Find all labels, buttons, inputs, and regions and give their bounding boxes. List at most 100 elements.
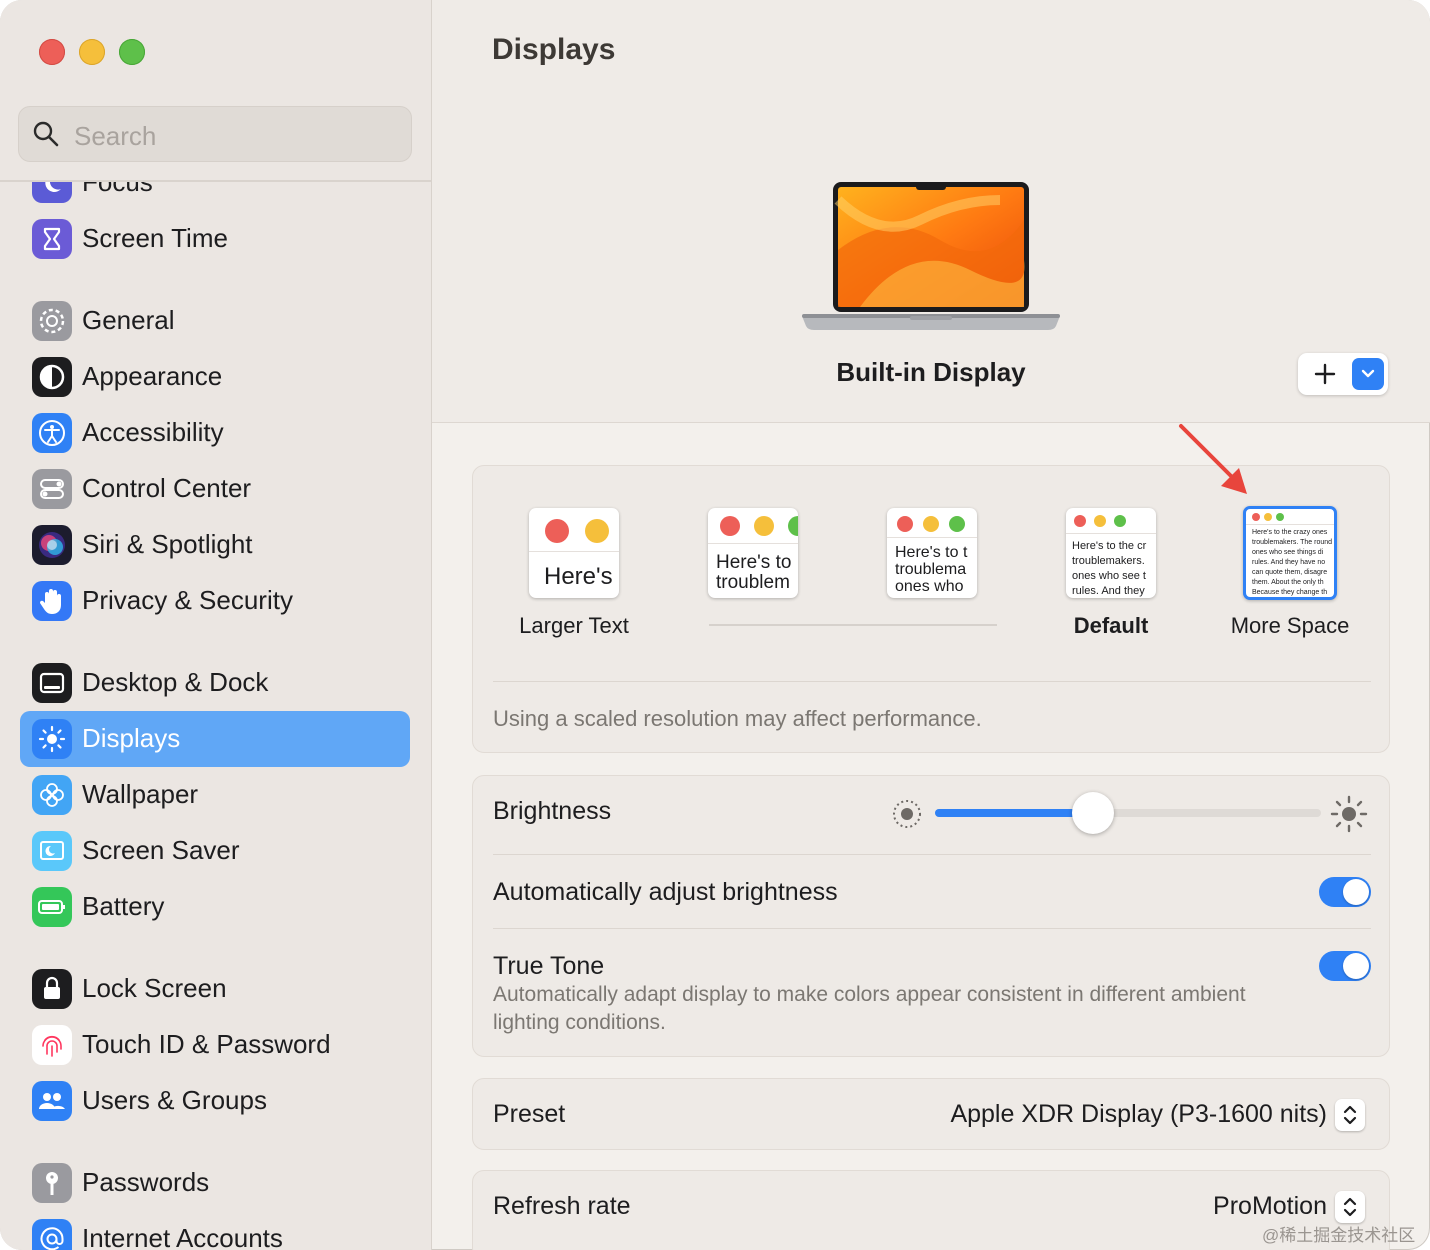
preview-text: Here's to troublem: [716, 552, 792, 593]
resolution-label: Default: [1073, 613, 1149, 638]
search-input[interactable]: Search: [18, 106, 412, 162]
siri-icon: [32, 525, 72, 565]
display-options-dropdown[interactable]: [1352, 358, 1384, 390]
sidebar-item-siri-spotlight[interactable]: Siri & Spotlight: [20, 517, 410, 573]
sidebar-item-wallpaper[interactable]: Wallpaper: [20, 767, 410, 823]
resolution-panel: Here's Larger Text Here's to troublem He…: [472, 465, 1390, 753]
sidebar-nav: Focus Screen Time General Appearance Acc…: [0, 0, 431, 1250]
search-icon: [33, 121, 59, 147]
page-title: Displays: [492, 33, 616, 66]
sidebar-item-appearance[interactable]: Appearance: [20, 349, 410, 405]
brightness-slider-knob[interactable]: [1072, 792, 1114, 834]
resolution-preview: Here's to the cr troublemakers. ones who…: [1066, 508, 1156, 598]
sidebar-item-label: Desktop & Dock: [82, 667, 269, 697]
watermark: @稀土掘金技术社区: [1262, 1226, 1416, 1245]
close-window-button[interactable]: [39, 39, 65, 65]
sidebar-item-desktop-dock[interactable]: Desktop & Dock: [20, 655, 410, 711]
preview-text: Here's: [544, 563, 613, 590]
add-display-control: [1298, 353, 1388, 395]
control-center-icon: [32, 469, 72, 509]
display-name[interactable]: Built-in Display: [432, 357, 1430, 388]
sidebar-item-label: General: [82, 305, 175, 335]
preview-text: Here's to t troublema ones who: [895, 544, 968, 595]
sidebar-item-internet-accounts[interactable]: Internet Accounts: [20, 1211, 410, 1250]
sidebar-item-lock-screen[interactable]: Lock Screen: [20, 961, 410, 1017]
true-tone-description: Automatically adapt display to make colo…: [493, 983, 1246, 1034]
sidebar-item-passwords[interactable]: Passwords: [20, 1155, 410, 1211]
sidebar-item-users-groups[interactable]: Users & Groups: [20, 1073, 410, 1129]
true-tone-toggle[interactable]: [1319, 951, 1371, 981]
search-placeholder: Search: [74, 121, 157, 151]
refresh-rate-value[interactable]: ProMotion: [1213, 1192, 1327, 1221]
sidebar-item-label: Passwords: [82, 1167, 210, 1197]
sidebar-item-label: Control Center: [82, 473, 252, 503]
sidebar-item-label: Privacy & Security: [82, 585, 293, 615]
toggle-knob: [1343, 879, 1369, 905]
sidebar-item-displays[interactable]: Displays: [20, 711, 410, 767]
sidebar-item-label: Displays: [82, 723, 181, 753]
resolution-label: Larger Text: [519, 613, 629, 638]
sidebar-item-screen-time[interactable]: Screen Time: [20, 211, 410, 267]
preset-label: Preset: [493, 1100, 566, 1128]
sun-icon: [32, 719, 72, 759]
brightness-label: Brightness: [493, 797, 612, 825]
brightness-panel: Brightness Automatically adjust brightne…: [472, 775, 1390, 1057]
sidebar-item-touch-id[interactable]: Touch ID & Password: [20, 1017, 410, 1073]
panel-divider: [493, 681, 1371, 682]
zoom-window-button[interactable]: [119, 39, 145, 65]
sidebar-item-label: Appearance: [82, 361, 223, 391]
preset-popup-button[interactable]: [1335, 1099, 1365, 1131]
refresh-rate-label: Refresh rate: [493, 1192, 631, 1220]
sidebar-item-label: Accessibility: [82, 417, 224, 447]
sidebar: Search Focus Screen Time General: [0, 0, 432, 1250]
preview-text: Here's to the cr troublemakers. ones who…: [1072, 540, 1147, 597]
dock-icon: [32, 663, 72, 703]
brightness-slider-fill: [935, 809, 1093, 817]
chevron-down-icon: [1361, 369, 1375, 378]
resolution-preview-selected: Here's to the crazy ones troublemakers. …: [1243, 506, 1337, 600]
auto-brightness-toggle[interactable]: [1319, 877, 1371, 907]
sidebar-item-label: Users & Groups: [82, 1085, 267, 1115]
resolution-option-larger-text[interactable]: Here's Larger Text: [489, 506, 659, 656]
toggle-knob: [1343, 953, 1369, 979]
sidebar-item-privacy-security[interactable]: Privacy & Security: [20, 573, 410, 629]
macbook-display-image[interactable]: [800, 180, 1062, 336]
annotation-arrow: [1179, 424, 1247, 494]
sidebar-item-accessibility[interactable]: Accessibility: [20, 405, 410, 461]
sidebar-item-label: Lock Screen: [82, 973, 227, 1003]
minimize-window-button[interactable]: [79, 39, 105, 65]
sidebar-item-screen-saver[interactable]: Screen Saver: [20, 823, 410, 879]
brightness-slider[interactable]: [935, 792, 1321, 834]
refresh-rate-panel: Refresh rate ProMotion: [472, 1170, 1390, 1250]
sidebar-item-general[interactable]: General: [20, 293, 410, 349]
sidebar-item-label: Battery: [82, 891, 165, 921]
at-icon: [32, 1219, 72, 1250]
sidebar-divider: [0, 180, 431, 182]
sidebar-item-control-center[interactable]: Control Center: [20, 461, 410, 517]
flower-icon: [32, 775, 72, 815]
display-header: Displays Built-in Display: [432, 0, 1430, 423]
gear-icon: [32, 301, 72, 341]
panel-divider: [493, 854, 1371, 855]
key-icon: [32, 1163, 72, 1203]
resolution-option-3[interactable]: Here's to t troublema ones who: [847, 506, 1017, 656]
sidebar-item-battery[interactable]: Battery: [20, 879, 410, 935]
preview-text: Here's to the crazy ones troublemakers. …: [1252, 529, 1333, 596]
resolution-option-more-space[interactable]: Here's to the crazy ones troublemakers. …: [1205, 506, 1375, 656]
preset-value[interactable]: Apple XDR Display (P3-1600 nits): [950, 1100, 1327, 1129]
sidebar-item-label: Internet Accounts: [82, 1223, 283, 1250]
sun-low-icon: [893, 800, 921, 828]
resolution-option-2[interactable]: Here's to troublem: [668, 506, 838, 656]
panel-divider: [493, 928, 1371, 929]
screen-saver-icon: [32, 831, 72, 871]
accessibility-icon: [32, 413, 72, 453]
true-tone-label: True Tone: [493, 952, 605, 980]
resolution-note: Using a scaled resolution may affect per…: [493, 706, 982, 731]
add-display-button[interactable]: [1306, 358, 1344, 390]
refresh-rate-popup-button[interactable]: [1335, 1191, 1365, 1223]
sidebar-item-label: Screen Saver: [82, 835, 240, 865]
resolution-option-default[interactable]: Here's to the cr troublemakers. ones who…: [1026, 506, 1196, 656]
users-icon: [32, 1081, 72, 1121]
battery-icon: [32, 887, 72, 927]
auto-brightness-label: Automatically adjust brightness: [493, 878, 838, 906]
